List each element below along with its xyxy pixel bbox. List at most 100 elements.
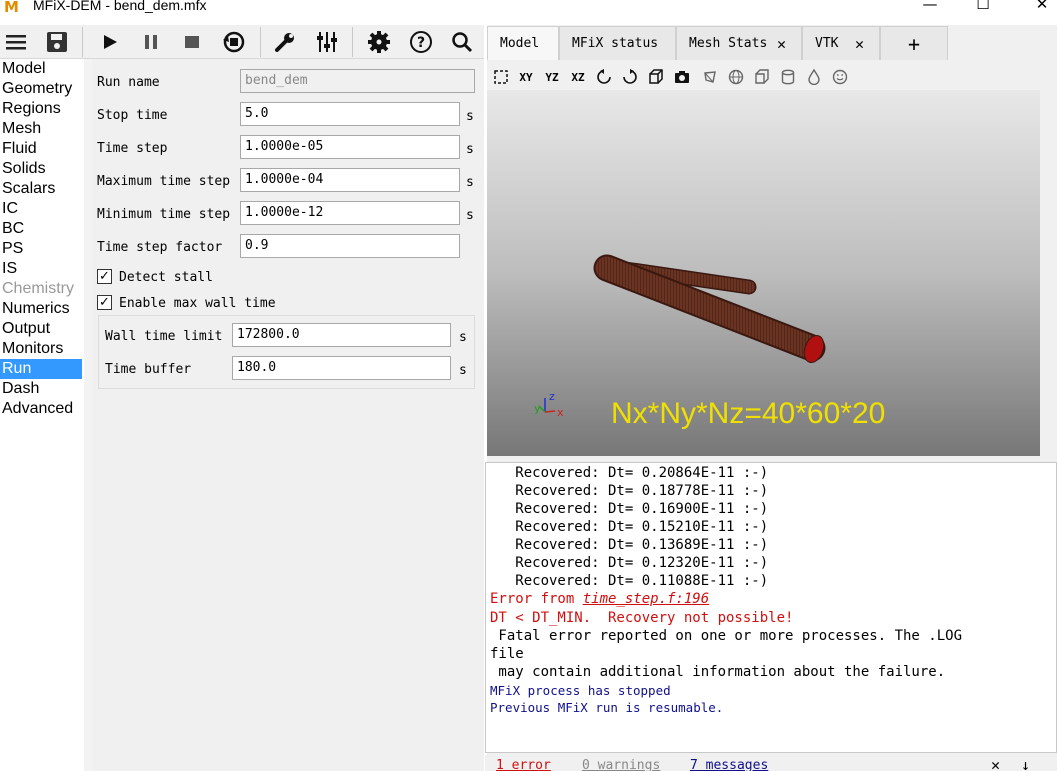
- nav-item-scalars[interactable]: Scalars: [0, 179, 82, 199]
- plus-icon: +: [908, 32, 921, 56]
- search-icon: [452, 32, 473, 53]
- nav-item-geometry[interactable]: Geometry: [0, 79, 82, 99]
- nav-item-run[interactable]: Run: [0, 359, 82, 379]
- cube-icon: [649, 69, 663, 84]
- mesh-visibility-button[interactable]: [752, 68, 772, 86]
- view-xz-button[interactable]: XZ: [568, 68, 588, 86]
- console-line: Recovered: Dt= 0.18778E-11 :-): [490, 483, 769, 499]
- close-icon[interactable]: ✕: [777, 27, 786, 61]
- console-line: Recovered: Dt= 0.13689E-11 :-): [490, 537, 769, 553]
- nav-item-chemistry[interactable]: Chemistry: [0, 279, 82, 299]
- nav-item-ic[interactable]: IC: [0, 199, 82, 219]
- search-button[interactable]: [449, 29, 475, 55]
- detect-stall-checkbox[interactable]: ✓: [97, 269, 112, 284]
- nav-item-solids[interactable]: Solids: [0, 159, 82, 179]
- save-button[interactable]: [44, 29, 70, 55]
- stop-time-field[interactable]: 5.0: [240, 102, 460, 126]
- tab-label: Mesh Stats: [689, 36, 768, 51]
- navigation-list: Model Geometry Regions Mesh Fluid Solids Scala…: [0, 59, 82, 771]
- parameters-button[interactable]: [314, 29, 340, 55]
- close-window-button[interactable]: ✕: [1027, 0, 1057, 12]
- tab-vtk[interactable]: VTK ✕: [802, 26, 880, 60]
- box-icon: [755, 69, 769, 84]
- maximize-button[interactable]: ☐: [968, 0, 998, 12]
- splitter[interactable]: [84, 59, 92, 771]
- help-icon: ?: [410, 31, 432, 53]
- cylinder-icon: [781, 69, 795, 85]
- regions-visibility-button[interactable]: [726, 68, 746, 86]
- run-settings-panel: Run name bend_dem Stop time 5.0 s Time s…: [92, 59, 484, 771]
- screenshot-button[interactable]: [672, 68, 692, 86]
- geometry-visibility-button[interactable]: [700, 68, 720, 86]
- detect-stall-label: Detect stall: [119, 270, 213, 285]
- settings-button[interactable]: [366, 29, 392, 55]
- particles-visibility-button[interactable]: [804, 68, 824, 86]
- nav-item-model[interactable]: Model: [0, 59, 82, 79]
- fit-view-button[interactable]: [491, 68, 511, 86]
- close-icon[interactable]: ✕: [855, 27, 864, 61]
- nav-item-regions[interactable]: Regions: [0, 99, 82, 119]
- rotate-left-icon: [597, 69, 611, 84]
- minimize-button[interactable]: —: [915, 0, 945, 12]
- error-source-link[interactable]: time_step.f:196: [583, 591, 709, 607]
- wrench-icon: [275, 33, 294, 52]
- time-step-factor-field[interactable]: 0.9: [240, 234, 460, 258]
- min-time-step-field[interactable]: 1.0000e-12: [240, 201, 460, 225]
- time-buffer-unit: s: [459, 363, 467, 378]
- rotate-right-button[interactable]: [620, 68, 640, 86]
- save-icon: [47, 32, 67, 52]
- svg-text:?: ?: [417, 35, 425, 51]
- gear-icon: [368, 31, 390, 53]
- tab-add[interactable]: +: [880, 26, 948, 60]
- nav-item-mesh[interactable]: Mesh: [0, 119, 82, 139]
- nav-item-ps[interactable]: PS: [0, 239, 82, 259]
- pause-icon: [145, 35, 157, 49]
- model-viewport[interactable]: z x y Nx*Ny*Nz=40*60*20: [487, 90, 1040, 456]
- window-title: MFiX-DEM - bend_dem.mfx: [33, 0, 207, 13]
- perspective-button[interactable]: [646, 68, 666, 86]
- stop-button[interactable]: [179, 29, 205, 55]
- axis-y-label: y: [534, 402, 541, 415]
- time-step-unit: s: [466, 142, 474, 157]
- build-button[interactable]: [272, 29, 298, 55]
- console-info-line: MFiX process has stopped: [490, 683, 671, 698]
- message-count[interactable]: 7 messages: [690, 758, 768, 771]
- nav-item-monitors[interactable]: Monitors: [0, 339, 82, 359]
- nav-item-fluid[interactable]: Fluid: [0, 139, 82, 159]
- console-line: may contain additional information about…: [490, 664, 946, 680]
- nav-item-bc[interactable]: BC: [0, 219, 82, 239]
- scroll-down-icon[interactable]: ↓: [1021, 756, 1030, 771]
- pause-button[interactable]: [138, 29, 164, 55]
- visual-options-button[interactable]: [830, 68, 850, 86]
- rotate-left-button[interactable]: [594, 68, 614, 86]
- enable-max-wall-time-checkbox[interactable]: ✓: [97, 295, 112, 310]
- max-time-step-field[interactable]: 1.0000e-04: [240, 168, 460, 192]
- tab-mesh-stats[interactable]: Mesh Stats ✕: [676, 26, 802, 60]
- nav-item-advanced[interactable]: Advanced: [0, 399, 82, 419]
- nav-item-numerics[interactable]: Numerics: [0, 299, 82, 319]
- nav-item-output[interactable]: Output: [0, 319, 82, 339]
- background-mesh-button[interactable]: [778, 68, 798, 86]
- sliders-icon: [317, 32, 337, 52]
- menu-button[interactable]: [3, 29, 29, 55]
- nav-item-is[interactable]: IS: [0, 259, 82, 279]
- wall-time-limit-field[interactable]: 172800.0: [232, 323, 451, 347]
- reset-button[interactable]: [221, 29, 247, 55]
- view-yz-button[interactable]: YZ: [542, 68, 562, 86]
- wall-time-group: Wall time limit 172800.0 s Time buffer 1…: [98, 315, 475, 389]
- warning-count[interactable]: 0 warnings: [582, 758, 660, 771]
- time-step-label: Time step: [97, 141, 168, 156]
- error-count[interactable]: 1 error: [496, 758, 551, 771]
- run-button[interactable]: [97, 29, 123, 55]
- message-console[interactable]: Recovered: Dt= 0.20864E-11 :-) Recovered…: [485, 462, 1057, 753]
- tab-model[interactable]: Model: [487, 26, 559, 60]
- time-buffer-field[interactable]: 180.0: [232, 356, 451, 380]
- view-xy-button[interactable]: XY: [516, 68, 536, 86]
- clear-messages-icon[interactable]: ✕: [991, 756, 1000, 771]
- nav-item-dash[interactable]: Dash: [0, 379, 82, 399]
- help-button[interactable]: ?: [408, 29, 434, 55]
- tab-mfix-status[interactable]: MFiX status: [559, 26, 676, 60]
- console-line: Recovered: Dt= 0.20864E-11 :-): [490, 465, 769, 481]
- main-toolbar: ?: [0, 25, 484, 59]
- time-step-field[interactable]: 1.0000e-05: [240, 135, 460, 159]
